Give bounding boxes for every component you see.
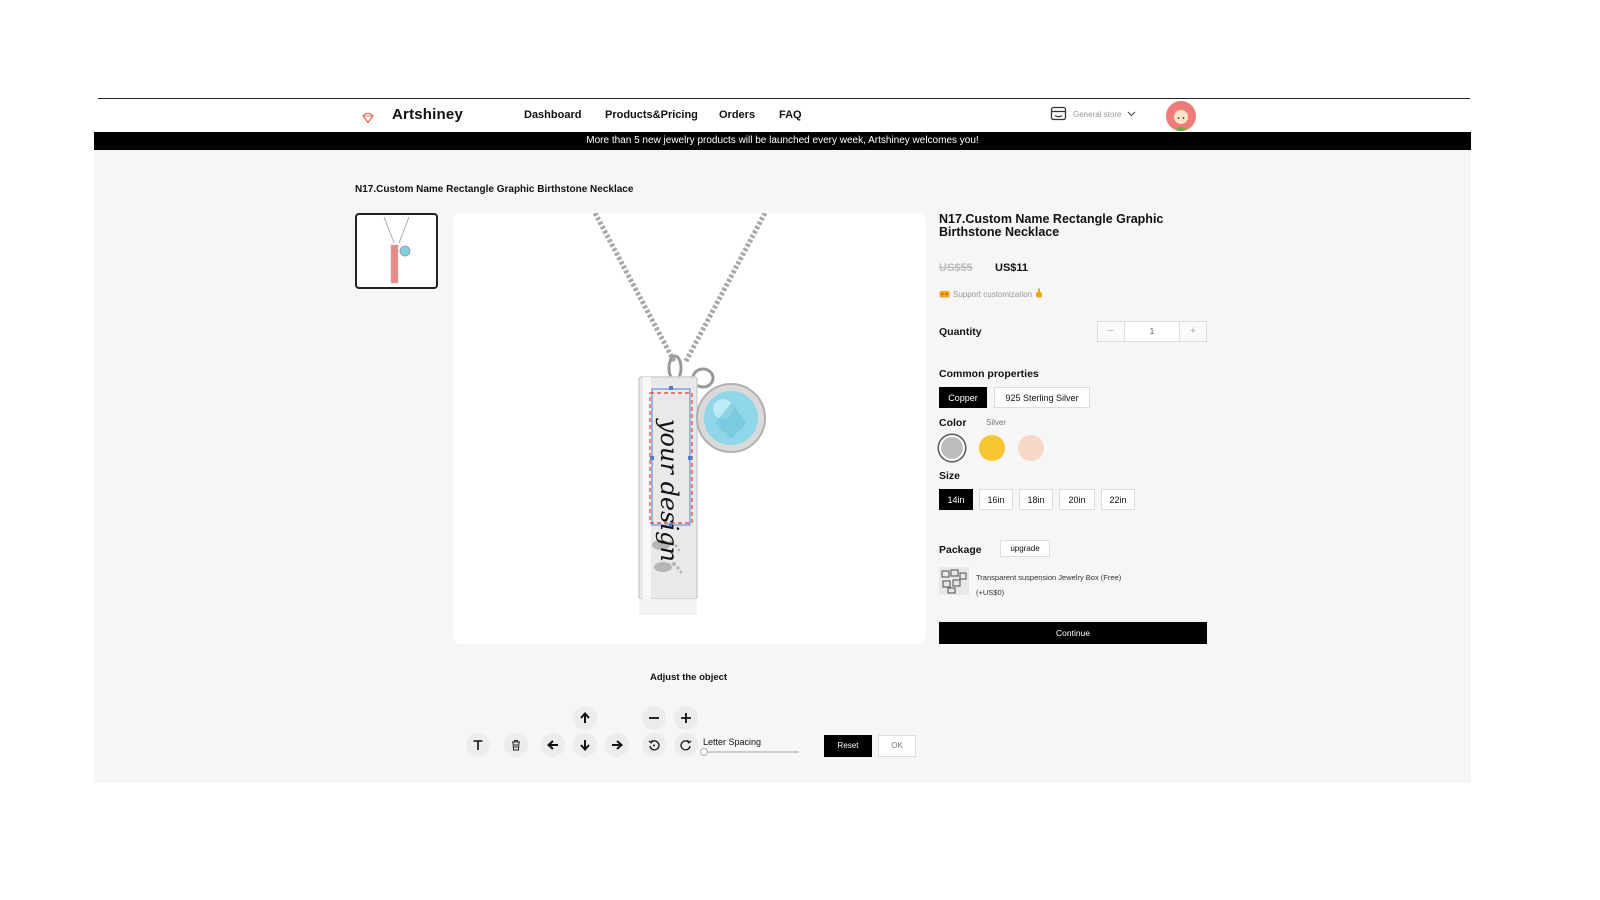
- add-text-button[interactable]: [466, 733, 490, 757]
- rotate-left-button[interactable]: [642, 733, 666, 757]
- store-icon: [1050, 106, 1067, 123]
- original-price: US$55: [939, 262, 973, 274]
- product-title: N17.Custom Name Rectangle Graphic Births…: [939, 212, 1164, 239]
- support-text: Support customization: [953, 289, 1033, 299]
- nav-orders[interactable]: Orders: [719, 109, 755, 121]
- color-swatch-rose[interactable]: [1018, 435, 1044, 461]
- material-option-sterling-silver[interactable]: 925 Sterling Silver: [994, 387, 1090, 408]
- quantity-input[interactable]: 1: [1124, 322, 1180, 341]
- letter-spacing-label: Letter Spacing: [703, 737, 762, 747]
- quantity-label: Quantity: [939, 326, 982, 338]
- text-icon: [473, 740, 483, 750]
- move-left-button[interactable]: [541, 733, 565, 757]
- store-label: General store: [1073, 110, 1122, 119]
- chain-image: [592, 213, 768, 389]
- zoom-in-button[interactable]: [674, 706, 698, 730]
- letter-spacing-slider-handle[interactable]: [700, 748, 708, 756]
- engraving-text[interactable]: your design: [655, 418, 683, 562]
- package-label: Package: [939, 544, 982, 556]
- quantity-increase-button[interactable]: +: [1180, 322, 1206, 341]
- gift-icon: [939, 289, 950, 300]
- design-canvas[interactable]: your design: [453, 213, 926, 644]
- size-option-20in[interactable]: 20in: [1059, 489, 1095, 510]
- arrow-up-icon: [580, 712, 590, 723]
- color-swatch-gold[interactable]: [979, 435, 1005, 461]
- rotate-right-icon: [680, 739, 692, 751]
- quantity-stepper: − 1 +: [1097, 321, 1207, 342]
- nav-faq[interactable]: FAQ: [779, 109, 802, 121]
- customization-support: Support customization: [939, 288, 1043, 300]
- arrow-left-icon: [547, 740, 558, 750]
- material-option-copper[interactable]: Copper: [939, 387, 987, 408]
- plus-icon: [681, 713, 691, 723]
- package-upgrade-button[interactable]: upgrade: [1000, 540, 1050, 557]
- sale-price: US$11: [995, 262, 1029, 274]
- arrow-down-icon: [580, 740, 590, 751]
- arrow-right-icon: [612, 740, 623, 750]
- rotate-right-button[interactable]: [674, 733, 698, 757]
- brand-name[interactable]: Artshiney: [392, 106, 463, 123]
- store-selector[interactable]: General store: [1050, 106, 1136, 123]
- zoom-out-button[interactable]: [642, 706, 666, 730]
- color-label: Color: [939, 417, 967, 429]
- nav-dashboard[interactable]: Dashboard: [524, 109, 581, 121]
- necklace-thumbnail-image: [383, 216, 411, 284]
- package-description: Transparent suspension Jewelry Box (Free…: [976, 570, 1121, 600]
- jewelry-box-image: [939, 567, 969, 595]
- material-label: Common properties: [939, 368, 1039, 380]
- size-option-16in[interactable]: 16in: [979, 489, 1013, 510]
- size-option-18in[interactable]: 18in: [1019, 489, 1053, 510]
- color-swatch-silver[interactable]: [939, 435, 965, 461]
- package-price: (+US$0): [976, 588, 1005, 597]
- trash-icon: [512, 740, 520, 751]
- announcement-banner: More than 5 new jewelry products will be…: [94, 132, 1471, 150]
- continue-button[interactable]: Continue: [939, 622, 1207, 644]
- size-label: Size: [939, 470, 961, 482]
- adjust-object-heading: Adjust the object: [650, 672, 728, 683]
- size-option-22in[interactable]: 22in: [1101, 489, 1135, 510]
- move-down-button[interactable]: [573, 733, 597, 757]
- quantity-decrease-button[interactable]: −: [1098, 322, 1124, 341]
- user-avatar[interactable]: [1166, 101, 1196, 131]
- selected-color-name: Silver: [986, 418, 1007, 427]
- header-divider: [98, 98, 1470, 99]
- chevron-down-icon: [1127, 110, 1136, 119]
- move-right-button[interactable]: [605, 733, 629, 757]
- product-thumbnail[interactable]: [355, 213, 438, 289]
- nav-products-pricing[interactable]: Products&Pricing: [605, 109, 698, 121]
- package-name: Transparent suspension Jewelry Box (Free…: [976, 573, 1122, 582]
- rotate-left-icon: [648, 739, 660, 751]
- reset-button[interactable]: Reset: [824, 735, 872, 757]
- pointing-hand-icon: [1035, 288, 1043, 300]
- size-option-14in[interactable]: 14in: [939, 489, 973, 510]
- move-up-button[interactable]: [573, 706, 597, 730]
- page-title: N17.Custom Name Rectangle Graphic Births…: [355, 184, 634, 195]
- brand-logo-icon: [362, 110, 374, 128]
- letter-spacing-slider[interactable]: [703, 751, 799, 753]
- minus-icon: [649, 717, 659, 719]
- ok-button[interactable]: OK: [878, 735, 916, 757]
- delete-button[interactable]: [504, 733, 528, 757]
- birthstone-charm-image: [696, 383, 766, 453]
